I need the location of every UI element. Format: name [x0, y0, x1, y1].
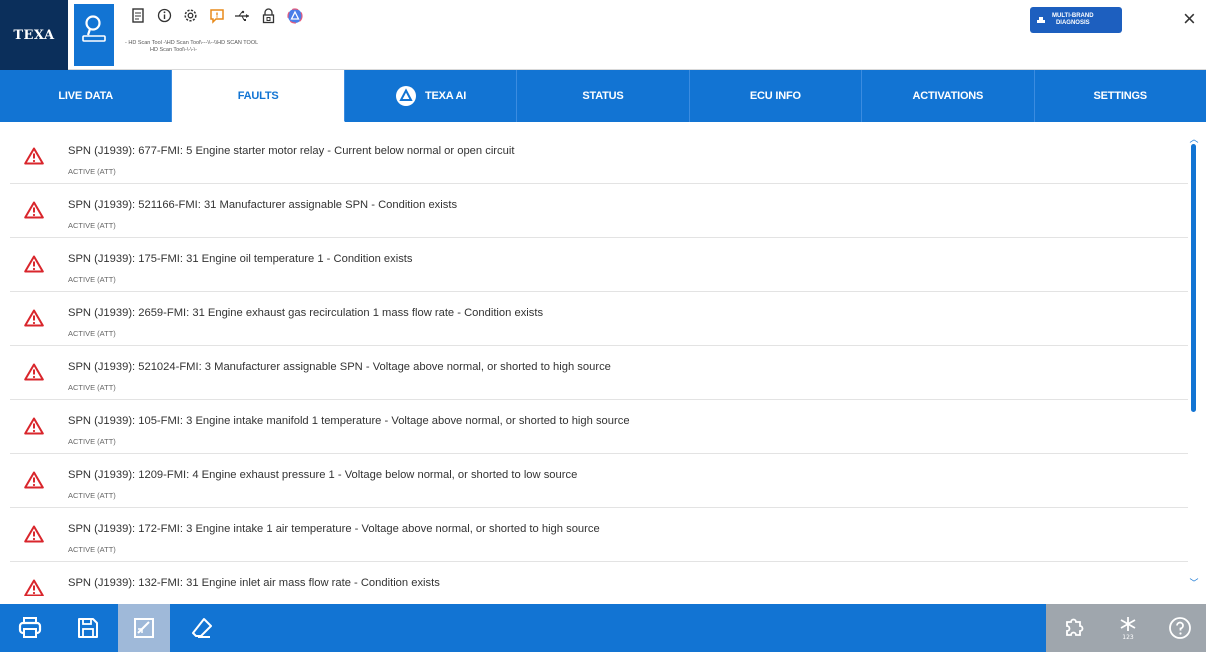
ecu-puzzle-icon [1066, 618, 1084, 636]
vehicle-icon [1037, 17, 1045, 23]
info-icon[interactable] [156, 7, 173, 24]
gear-icon[interactable] [182, 7, 199, 24]
keypad-button[interactable]: 123 [1102, 604, 1154, 652]
fault-status: ACTIVE (ATT) [68, 167, 116, 176]
fault-title: SPN (J1939): 1209-FMI: 4 Engine exhaust … [68, 469, 578, 481]
warning-icon [24, 417, 44, 435]
chat-icon[interactable] [208, 7, 225, 24]
fault-row[interactable]: SPN (J1939): 132-FMI: 31 Engine inlet ai… [10, 562, 1188, 596]
texa-ai-tab-icon [395, 86, 416, 106]
warning-icon [24, 579, 44, 596]
multibrand-line-2: DIAGNOSIS [1055, 20, 1090, 26]
edit-report-icon [134, 618, 154, 638]
ecu-button[interactable] [1048, 604, 1100, 652]
fault-row[interactable]: SPN (J1939): 105-FMI: 3 Engine intake ma… [10, 400, 1188, 454]
eraser-icon [192, 618, 212, 638]
toolbar [130, 7, 303, 24]
fault-row[interactable]: SPN (J1939): 521166-FMI: 31 Manufacturer… [10, 184, 1188, 238]
warning-icon [24, 201, 44, 219]
breadcrumb: - HD Scan Tool -\HD Scan Tool\---\\--\\H… [125, 40, 258, 54]
tab-settings[interactable]: SETTINGS [1035, 70, 1206, 122]
document-icon[interactable] [130, 7, 147, 24]
scrollbar[interactable]: ︿ ﹀ [1188, 130, 1200, 590]
tab-faults[interactable]: FAULTS [172, 70, 345, 122]
fault-row[interactable]: SPN (J1939): 175-FMI: 31 Engine oil temp… [10, 238, 1188, 292]
fault-status: ACTIVE (ATT) [68, 221, 116, 230]
tab-ecu-info[interactable]: ECU INFO [690, 70, 863, 122]
fault-title: SPN (J1939): 172-FMI: 3 Engine intake 1 … [68, 523, 600, 535]
multibrand-line-1: MULTI-BRAND [1052, 13, 1094, 19]
scan-tool-icon [82, 15, 106, 42]
scroll-thumb[interactable] [1191, 144, 1196, 412]
multi-brand-diagnosis-button[interactable]: MULTI-BRAND DIAGNOSIS [1030, 7, 1122, 33]
warning-icon [24, 363, 44, 381]
bottom-right-panel: 123 [1046, 604, 1206, 652]
bottom-toolbar: 123 [0, 604, 1206, 652]
fault-status: ACTIVE (ATT) [68, 545, 116, 554]
fault-row[interactable]: SPN (J1939): 521024-FMI: 3 Manufacturer … [10, 346, 1188, 400]
warning-icon [24, 471, 44, 489]
warning-icon [24, 255, 44, 273]
tab-texa-ai[interactable]: TEXA AI [345, 70, 518, 122]
erase-faults-button[interactable] [176, 604, 228, 652]
fault-title: SPN (J1939): 521024-FMI: 3 Manufacturer … [68, 361, 611, 373]
help-button[interactable] [1154, 604, 1206, 652]
scroll-up-icon[interactable]: ︿ [1188, 132, 1200, 145]
fault-row[interactable]: SPN (J1939): 1209-FMI: 4 Engine exhaust … [10, 454, 1188, 508]
close-button[interactable]: × [1183, 8, 1196, 30]
save-button[interactable] [62, 604, 114, 652]
fault-status: ACTIVE (ATT) [68, 437, 116, 446]
fault-title: SPN (J1939): 105-FMI: 3 Engine intake ma… [68, 415, 630, 427]
fault-row[interactable]: SPN (J1939): 677-FMI: 5 Engine starter m… [10, 130, 1188, 184]
fault-status: ACTIVE (ATT) [68, 329, 116, 338]
tab-status[interactable]: STATUS [517, 70, 690, 122]
edit-report-button[interactable] [118, 604, 170, 652]
fault-status: ACTIVE (ATT) [68, 383, 116, 392]
svg-text:123: 123 [1122, 634, 1134, 641]
save-icon [78, 618, 98, 638]
close-icon: × [1183, 6, 1196, 31]
warning-icon [24, 309, 44, 327]
lock-icon[interactable] [260, 7, 277, 24]
fault-title: SPN (J1939): 521166-FMI: 31 Manufacturer… [68, 199, 458, 211]
tab-activations[interactable]: ACTIVATIONS [862, 70, 1035, 122]
scan-tool-button[interactable] [74, 4, 114, 66]
fault-row[interactable]: SPN (J1939): 2659-FMI: 31 Engine exhaust… [10, 292, 1188, 346]
fault-row[interactable]: SPN (J1939): 172-FMI: 3 Engine intake 1 … [10, 508, 1188, 562]
fault-title: SPN (J1939): 2659-FMI: 31 Engine exhaust… [68, 307, 544, 319]
fault-status: ACTIVE (ATT) [68, 275, 116, 284]
texa-logo: TEXA [0, 0, 68, 70]
fault-status: ACTIVE (ATT) [68, 491, 116, 500]
breadcrumb-line-2: HD Scan Tool\-\-\-\- [150, 47, 197, 53]
warning-icon [24, 525, 44, 543]
keypad-icon: 123 [1120, 617, 1136, 641]
scroll-down-icon[interactable]: ﹀ [1188, 576, 1200, 589]
fault-title: SPN (J1939): 677-FMI: 5 Engine starter m… [68, 145, 515, 157]
app-header: TEXA - HD Scan Tool -\HD Scan Tool\---\\… [0, 0, 1206, 70]
fault-title: SPN (J1939): 175-FMI: 31 Engine oil temp… [68, 253, 413, 265]
texa-ai-icon[interactable] [286, 7, 303, 24]
tab-bar: LIVE DATA FAULTS TEXA AI STATUS ECU INFO… [0, 70, 1206, 122]
print-icon [18, 617, 42, 638]
breadcrumb-line-1: - HD Scan Tool -\HD Scan Tool\---\\--\\H… [125, 40, 259, 46]
tab-live-data[interactable]: LIVE DATA [0, 70, 173, 122]
fault-list: SPN (J1939): 677-FMI: 5 Engine starter m… [10, 130, 1188, 596]
warning-icon [24, 147, 44, 165]
usb-icon[interactable] [234, 7, 251, 24]
print-button[interactable] [4, 604, 56, 652]
help-icon [1169, 617, 1191, 639]
fault-title: SPN (J1939): 132-FMI: 31 Engine inlet ai… [68, 577, 440, 589]
